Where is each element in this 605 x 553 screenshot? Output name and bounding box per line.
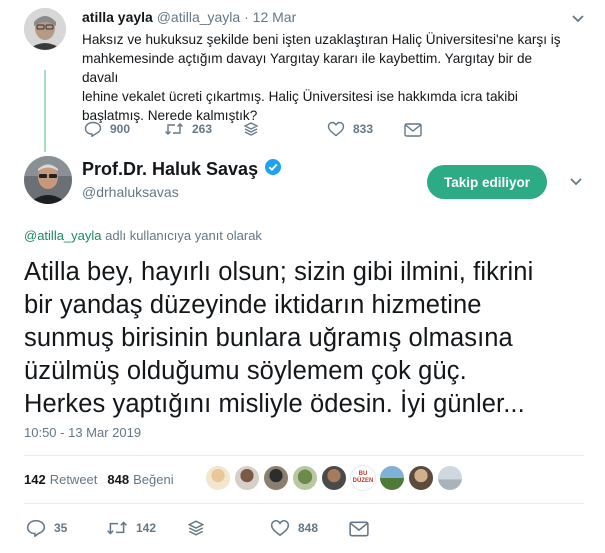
liker-avatar[interactable]: [321, 465, 347, 491]
main-avatar[interactable]: [24, 156, 72, 204]
main-share-button[interactable]: [187, 519, 205, 537]
retweet-stat-count: 142: [24, 472, 46, 487]
retweet-stat[interactable]: 142 Retweet: [24, 472, 97, 487]
parent-retweet-count: 263: [192, 122, 213, 136]
like-stat-count: 848: [107, 472, 130, 487]
parent-reply-button[interactable]: 900: [84, 120, 130, 138]
parent-author-handle[interactable]: @atilla_yayla: [157, 9, 240, 25]
following-button[interactable]: Takip ediliyor: [427, 165, 547, 199]
reply-to-label: adlı kullanıcıya yanıt olarak: [101, 228, 262, 243]
retweet-icon: [107, 521, 127, 535]
like-stat[interactable]: 848 Beğeni: [107, 472, 173, 487]
thread-connector-line: [44, 70, 46, 152]
parent-more-chevron-icon[interactable]: [567, 8, 589, 30]
reply-mention-link[interactable]: @atilla_yayla: [24, 228, 102, 243]
main-more-chevron-icon[interactable]: [565, 171, 587, 193]
heart-icon: [327, 121, 345, 137]
liker-avatar[interactable]: [408, 465, 434, 491]
divider-top: [24, 455, 584, 456]
retweet-icon: [165, 123, 183, 135]
parent-tweet-text: Haksız ve hukuksuz şekilde beni işten uz…: [82, 32, 561, 123]
liker-avatar[interactable]: [379, 465, 405, 491]
parent-reply-count: 900: [110, 122, 131, 136]
parent-tweet-time[interactable]: 12 Mar: [253, 9, 297, 25]
parent-retweet-button[interactable]: 263: [164, 120, 212, 138]
share-icon: [187, 520, 205, 536]
replying-to-line: @atilla_yayla adlı kullanıcıya yanıt ola…: [24, 228, 262, 243]
main-retweet-button[interactable]: 142: [106, 519, 156, 537]
liker-avatar[interactable]: [292, 465, 318, 491]
mail-icon: [404, 123, 422, 137]
mail-icon: [349, 521, 369, 537]
main-author-name[interactable]: Prof.Dr. Haluk Savaş: [82, 159, 258, 180]
main-retweet-count: 142: [136, 521, 157, 535]
main-like-button[interactable]: 848: [270, 519, 318, 537]
liker-avatar-badge[interactable]: BU DÜZEN: [350, 465, 376, 491]
reply-icon: [26, 519, 46, 537]
main-tweet-timestamp[interactable]: 10:50 - 13 Mar 2019: [24, 425, 141, 440]
parent-author-name[interactable]: atilla yayla: [82, 9, 153, 25]
parent-separator: ·: [244, 9, 249, 25]
main-reply-button[interactable]: 35: [26, 519, 67, 537]
liker-avatars: BU DÜZEN: [205, 465, 466, 491]
main-author-handle[interactable]: @drhaluksavas: [82, 184, 179, 200]
parent-message-button[interactable]: [404, 121, 422, 139]
main-like-count: 848: [298, 521, 319, 535]
main-message-button[interactable]: [349, 520, 369, 538]
like-stat-label: Beğeni: [133, 472, 174, 487]
parent-avatar[interactable]: [24, 8, 66, 50]
main-reply-count: 35: [54, 521, 68, 535]
parent-like-button[interactable]: 833: [327, 120, 373, 138]
liker-avatar[interactable]: [263, 465, 289, 491]
main-tweet-text: Atilla bey, hayırlı olsun; sizin gibi il…: [24, 258, 534, 418]
verified-badge-icon: [264, 158, 282, 181]
retweet-stat-label: Retweet: [49, 472, 98, 487]
liker-avatar[interactable]: [205, 465, 231, 491]
liker-avatar[interactable]: [234, 465, 260, 491]
divider-bottom: [24, 503, 584, 504]
parent-like-count: 833: [353, 122, 374, 136]
parent-share-button[interactable]: [243, 120, 259, 138]
share-icon: [243, 122, 259, 136]
heart-icon: [270, 519, 290, 537]
liker-badge-text: BU DÜZEN: [352, 471, 374, 484]
engagement-stats: 142 Retweet 848 Beğeni: [24, 472, 174, 487]
reply-icon: [84, 121, 102, 137]
liker-avatar[interactable]: [437, 465, 463, 491]
main-author-name-row[interactable]: Prof.Dr. Haluk Savaş: [82, 158, 282, 181]
parent-tweet-header: atilla yayla @atilla_yayla · 12 Mar: [82, 9, 296, 25]
